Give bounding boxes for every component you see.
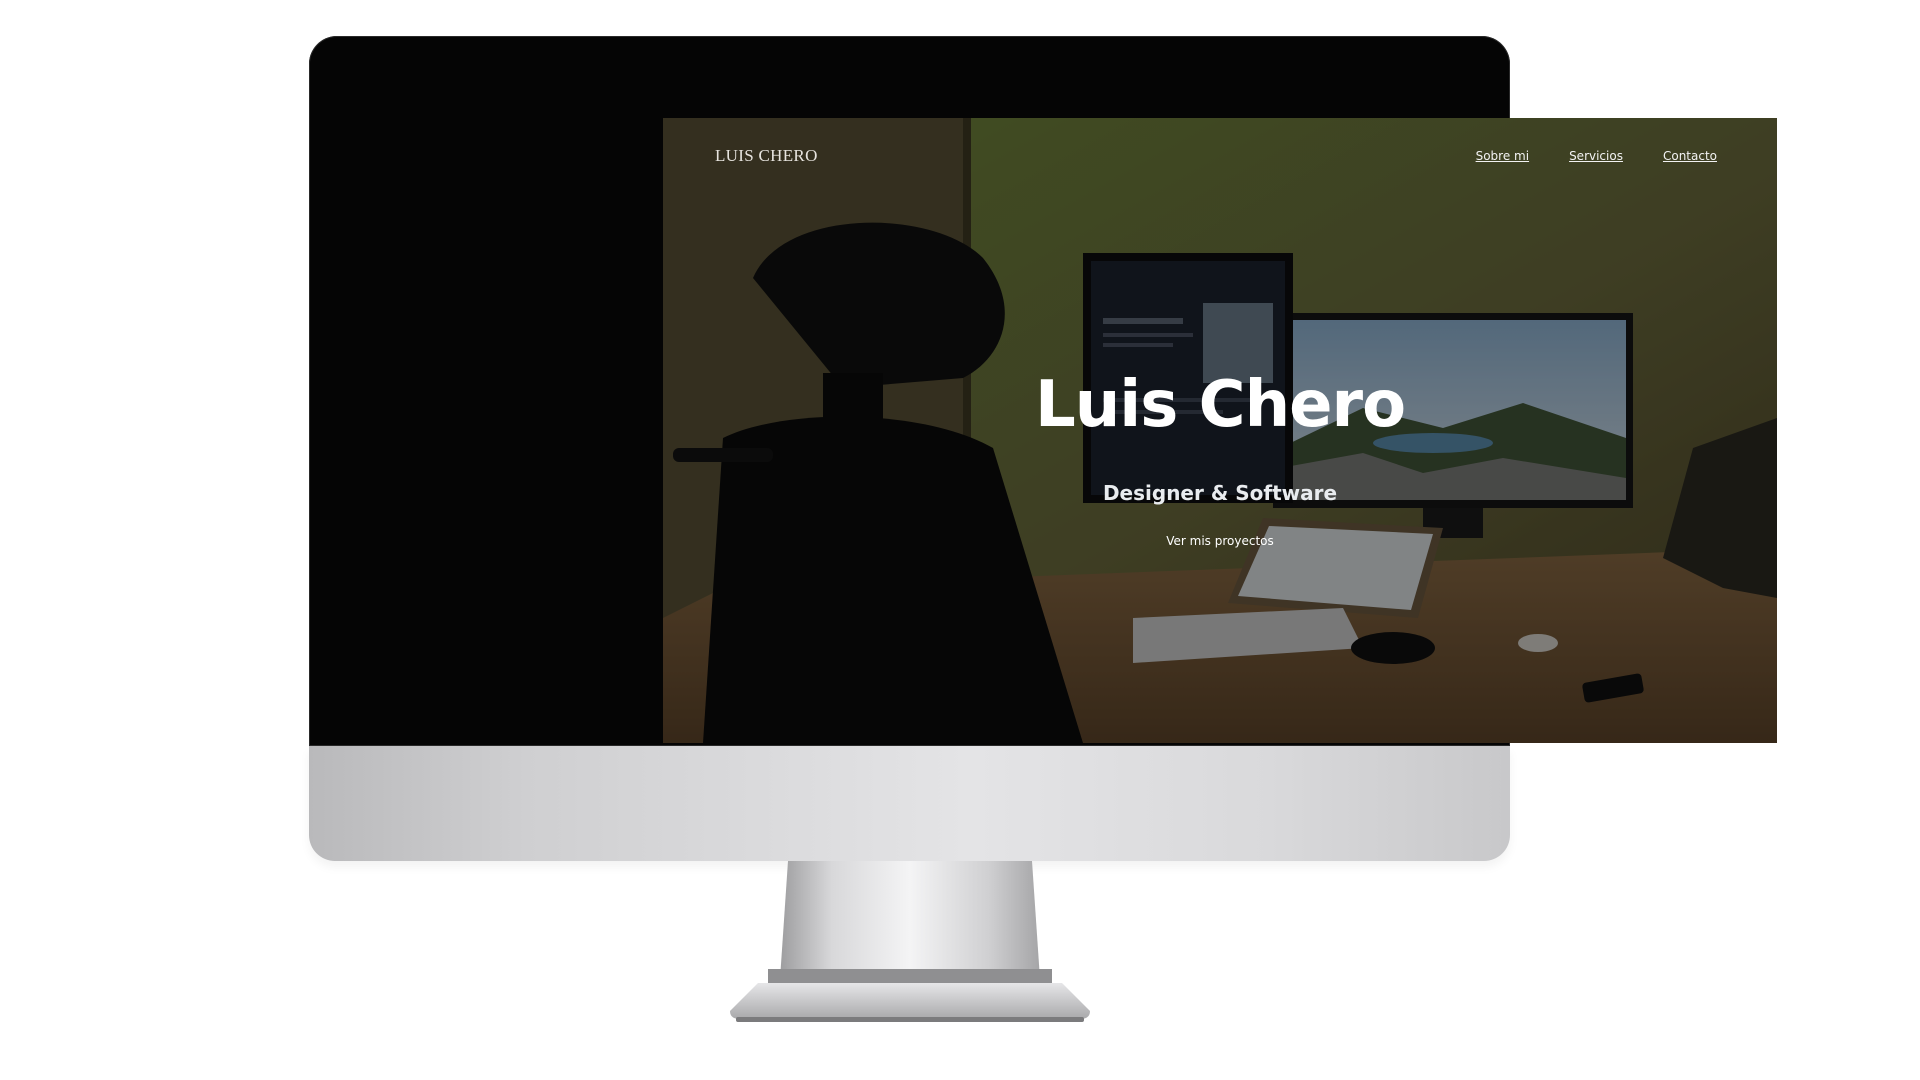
site-logo[interactable]: LUIS CHERO bbox=[715, 146, 818, 166]
nav-link-contacto[interactable]: Contacto bbox=[1663, 149, 1717, 163]
hero-title: Luis Chero bbox=[1034, 368, 1406, 442]
website-screen: LUIS CHERO Sobre mi Servicios Contacto L… bbox=[663, 118, 1777, 743]
imac-bezel: LUIS CHERO Sobre mi Servicios Contacto L… bbox=[309, 36, 1777, 746]
imac-chin bbox=[309, 746, 1510, 861]
nav-menu: Sobre mi Servicios Contacto bbox=[1476, 149, 1717, 163]
view-projects-link[interactable]: Ver mis proyectos bbox=[1110, 534, 1330, 548]
mockup-stage: LUIS CHERO Sobre mi Servicios Contacto L… bbox=[0, 0, 1920, 1080]
hero-subtitle: Designer & Software bbox=[1102, 481, 1338, 505]
nav-link-servicios[interactable]: Servicios bbox=[1569, 149, 1623, 163]
imac-stand bbox=[728, 861, 1092, 1031]
nav-link-sobre-mi[interactable]: Sobre mi bbox=[1476, 149, 1529, 163]
site-header: LUIS CHERO Sobre mi Servicios Contacto bbox=[663, 118, 1777, 198]
